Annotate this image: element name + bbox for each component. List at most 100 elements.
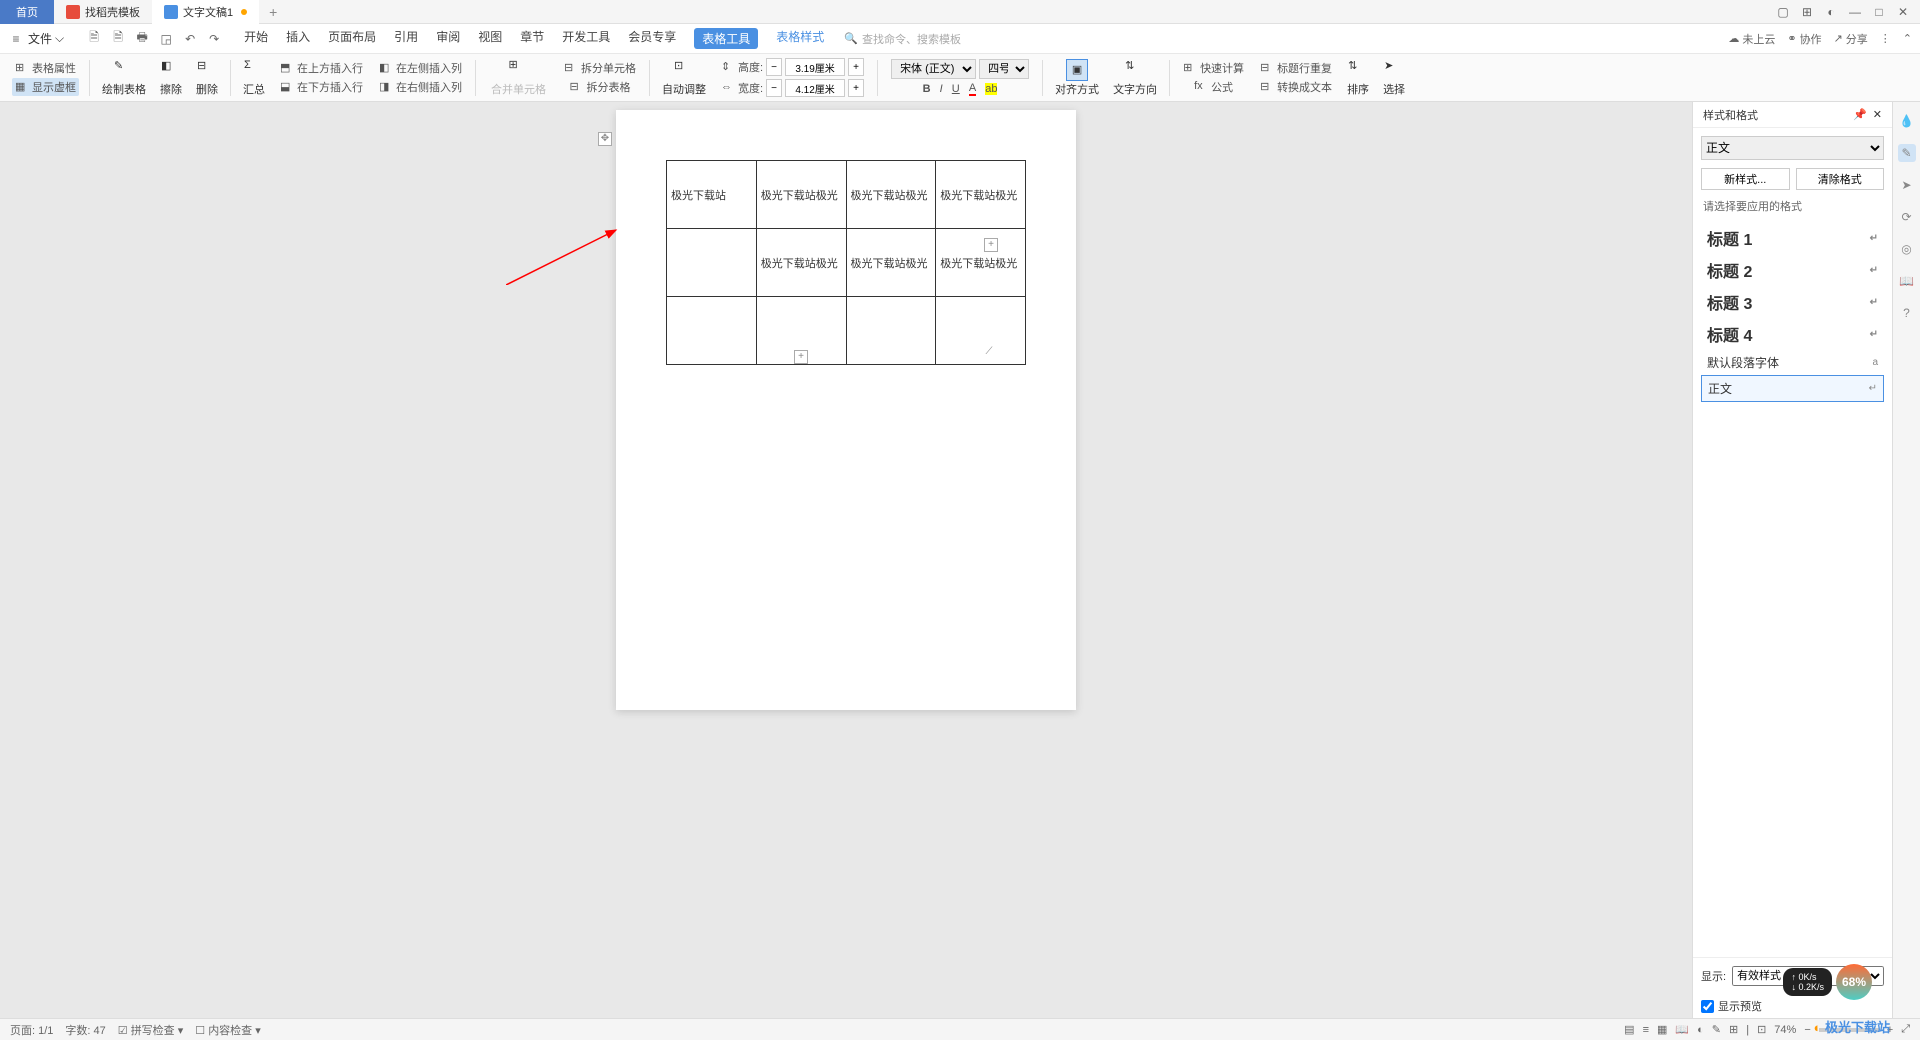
print-icon[interactable]: 🖶 (134, 31, 150, 47)
redo-icon[interactable]: ↷ (206, 31, 222, 47)
font-size-select[interactable]: 四号 (979, 59, 1029, 79)
italic-button[interactable]: I (940, 83, 943, 95)
preview-checkbox[interactable] (1701, 1000, 1714, 1013)
insert-right-button[interactable]: ◨在右侧插入列 (376, 78, 465, 96)
table-cell[interactable]: 极光下载站极光 (846, 229, 936, 297)
insert-left-button[interactable]: ◧在左侧插入列 (376, 59, 465, 77)
draw-table-button[interactable]: ✎绘制表格 (96, 57, 152, 99)
menu-tab-start[interactable]: 开始 (244, 28, 268, 49)
zoom-out[interactable]: − (1804, 1024, 1810, 1036)
height-plus[interactable]: + (848, 58, 864, 76)
print-preview-icon[interactable]: ◲ (158, 31, 174, 47)
table-cell[interactable]: 极光下载站 (667, 161, 757, 229)
font-color-button[interactable]: A (969, 82, 976, 96)
sort-button[interactable]: ⇅排序 (1341, 57, 1375, 99)
insert-above-button[interactable]: ⬒在上方插入行 (277, 59, 366, 77)
eyedropper-icon[interactable]: 💧 (1898, 112, 1916, 130)
height-input[interactable] (785, 58, 845, 76)
delete-button[interactable]: ⊟删除 (190, 57, 224, 99)
close-button[interactable]: ✕ (1894, 3, 1912, 21)
book-icon[interactable]: 📖 (1898, 272, 1916, 290)
width-minus[interactable]: − (766, 79, 782, 97)
current-style-select[interactable]: 正文 (1701, 136, 1884, 160)
doc-table[interactable]: 极光下载站 极光下载站极光 极光下载站极光 极光下载站极光 极光下载站极光 极光… (666, 160, 1026, 365)
insert-below-button[interactable]: ⬓在下方插入行 (277, 78, 366, 96)
save-as-icon[interactable]: 🗎 (110, 31, 126, 47)
view-mode-5-icon[interactable]: ◐ (1697, 1024, 1704, 1036)
expand-icon[interactable]: ⤢ (1901, 1023, 1910, 1036)
menu-tab-vip[interactable]: 会员专享 (628, 28, 676, 49)
table-cell[interactable]: 极光下载站极光 (756, 161, 846, 229)
resize-handle[interactable]: ⟋ (982, 346, 996, 360)
view-mode-3-icon[interactable]: ▦ (1657, 1023, 1667, 1036)
more-icon[interactable]: ⋮ (1880, 32, 1891, 45)
page-status[interactable]: 页面: 1/1 (10, 1022, 53, 1038)
table-cell[interactable] (936, 297, 1026, 365)
minimize-button[interactable]: — (1846, 3, 1864, 21)
width-plus[interactable]: + (848, 79, 864, 97)
table-cell[interactable] (846, 297, 936, 365)
cloud-status[interactable]: ☁ 未上云 (1728, 31, 1775, 47)
close-panel-icon[interactable]: ✕ (1873, 108, 1882, 121)
table-cell[interactable] (667, 229, 757, 297)
pen-icon[interactable]: ✎ (1712, 1023, 1721, 1036)
align-button[interactable]: ▣ 对齐方式 (1049, 57, 1105, 99)
undo-icon[interactable]: ↶ (182, 31, 198, 47)
add-row-handle[interactable]: + (794, 350, 808, 364)
collapse-icon[interactable]: ⌃ (1903, 32, 1912, 45)
bold-button[interactable]: B (923, 83, 931, 95)
skin-icon[interactable]: ◐ (1822, 3, 1840, 21)
table-cell[interactable] (667, 297, 757, 365)
grid-icon[interactable]: ⊞ (1729, 1023, 1738, 1036)
formula-button[interactable]: fx公式 (1191, 78, 1236, 96)
doc-area[interactable]: ✥ 极光下载站 极光下载站极光 极光下载站极光 极光下载站极光 极光下载站极光 … (0, 102, 1692, 1018)
menu-icon[interactable]: ≡ (8, 31, 24, 47)
menu-tab-dev[interactable]: 开发工具 (562, 28, 610, 49)
tab-home[interactable]: 首页 (0, 0, 54, 24)
maximize-button[interactable]: □ (1870, 3, 1888, 21)
highlight-button[interactable]: ab (985, 83, 997, 95)
save-icon[interactable]: 🗎 (86, 31, 102, 47)
search-box[interactable]: 🔍 查找命令、搜索模板 (844, 31, 961, 47)
to-text-button[interactable]: ⊟转换成文本 (1257, 78, 1335, 96)
view-mode-1-icon[interactable]: ▤ (1624, 1023, 1634, 1036)
table-cell[interactable]: 极光下载站极光 (936, 229, 1026, 297)
file-menu[interactable]: 文件 ⌵ (28, 30, 64, 47)
show-border-button[interactable]: ▦显示虚框 (12, 78, 79, 96)
style-h3[interactable]: 标题 3↵ (1701, 286, 1884, 318)
split-cell-button[interactable]: ⊟拆分单元格 (561, 59, 639, 77)
menu-tab-layout[interactable]: 页面布局 (328, 28, 376, 49)
header-repeat-button[interactable]: ⊟标题行重复 (1257, 59, 1335, 77)
underline-button[interactable]: U (952, 83, 960, 95)
view-mode-4-icon[interactable]: 📖 (1675, 1023, 1689, 1036)
spell-check[interactable]: ☑ 拼写检查 ▾ (118, 1022, 184, 1038)
table-props-button[interactable]: ⊞表格属性 (12, 59, 79, 77)
share-button[interactable]: ↗ 分享 (1834, 31, 1868, 47)
tab-doc[interactable]: 文字文稿1 (152, 0, 259, 24)
table-cell[interactable]: 极光下载站极光 (756, 229, 846, 297)
menu-tab-refs[interactable]: 引用 (394, 28, 418, 49)
auto-adjust-button[interactable]: ⊡自动调整 (656, 57, 712, 99)
menu-tab-view[interactable]: 视图 (478, 28, 502, 49)
select-button[interactable]: ➤选择 (1377, 57, 1411, 99)
clear-format-button[interactable]: 清除格式 (1796, 168, 1885, 190)
summary-button[interactable]: Σ汇总 (237, 57, 271, 99)
fit-icon[interactable]: ⊡ (1757, 1023, 1766, 1036)
zoom-level[interactable]: 74% (1774, 1024, 1796, 1036)
collab-button[interactable]: ⚭ 协作 (1787, 31, 1821, 47)
tab-template[interactable]: 找稻壳模板 (54, 0, 152, 24)
tile-icon[interactable]: ▢ (1774, 3, 1792, 21)
table-cell[interactable]: 极光下载站极光 (846, 161, 936, 229)
height-minus[interactable]: − (766, 58, 782, 76)
split-table-button[interactable]: ⊟拆分表格 (567, 78, 634, 96)
width-input[interactable] (785, 79, 845, 97)
font-select[interactable]: 宋体 (正文) (891, 59, 976, 79)
apps-icon[interactable]: ⊞ (1798, 3, 1816, 21)
word-count[interactable]: 字数: 47 (65, 1022, 105, 1038)
style-body[interactable]: 正文↵ (1701, 375, 1884, 402)
style-h1[interactable]: 标题 1↵ (1701, 222, 1884, 254)
brush-icon[interactable]: ✎ (1898, 144, 1916, 162)
style-h4[interactable]: 标题 4↵ (1701, 318, 1884, 350)
tab-add-button[interactable]: + (259, 4, 287, 20)
style-default-font[interactable]: 默认段落字体a (1701, 350, 1884, 375)
